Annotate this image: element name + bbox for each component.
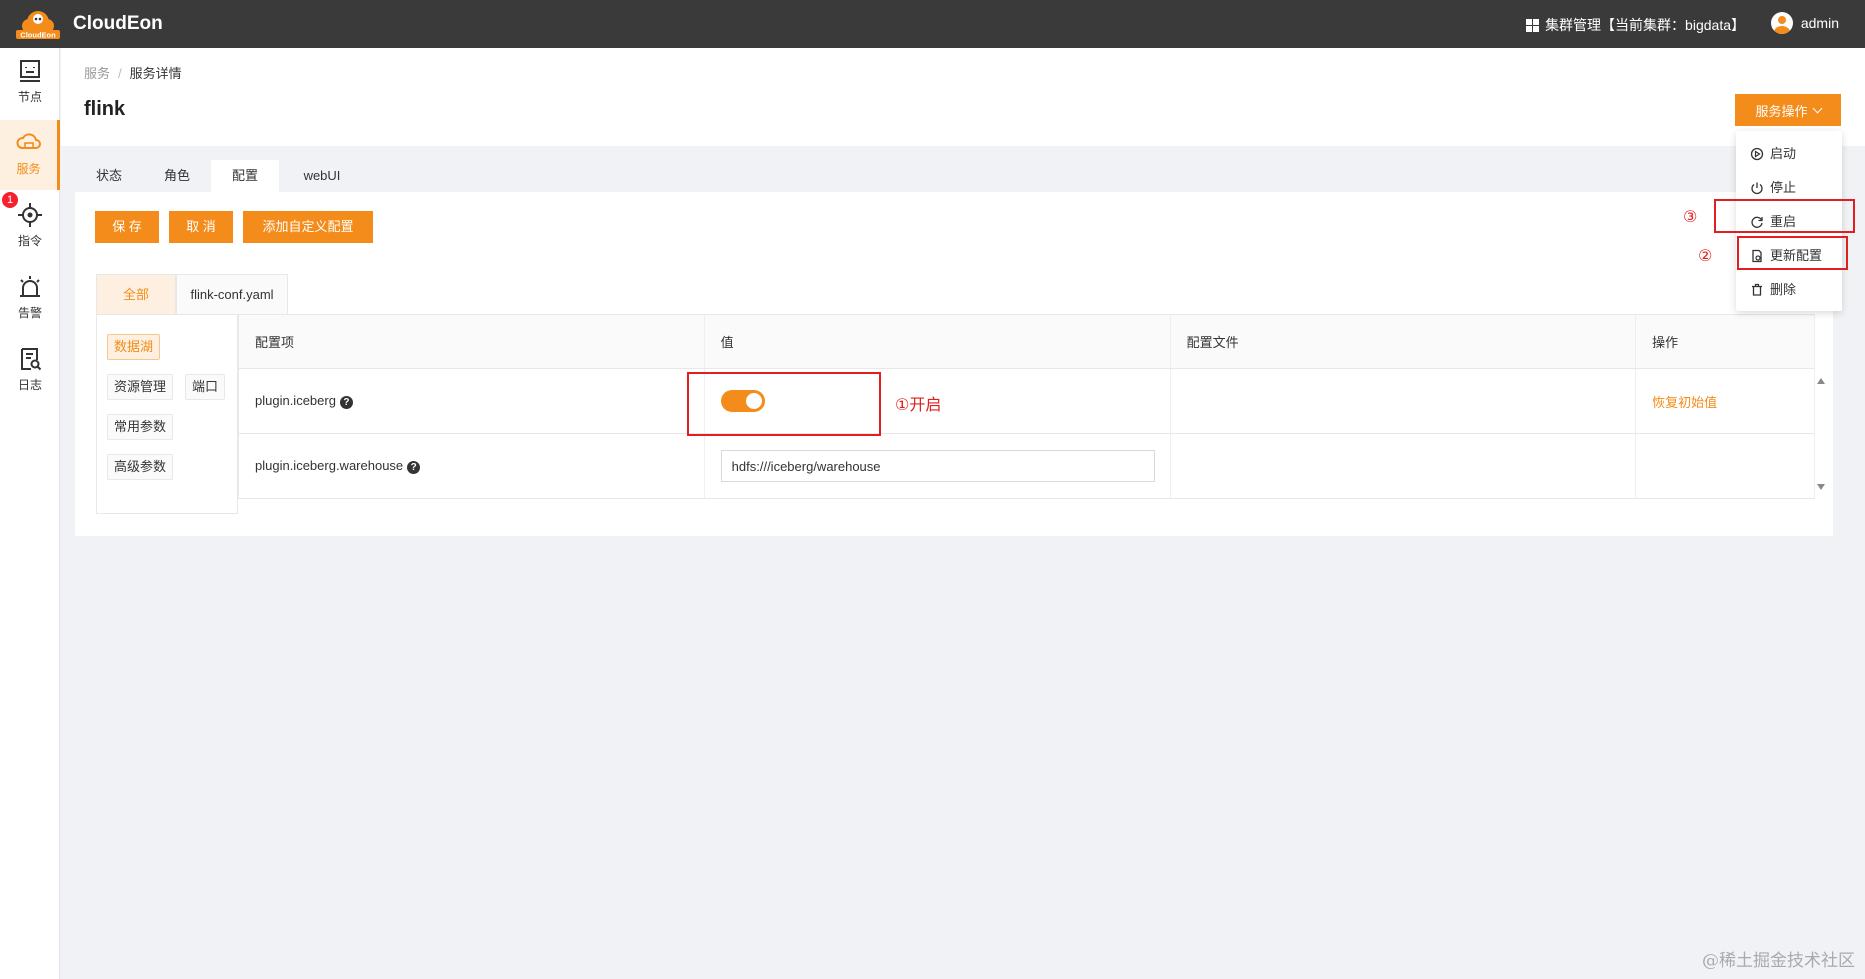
table-header-row: 配置项 值 配置文件 操作 xyxy=(238,314,1815,369)
config-value-cell xyxy=(704,433,1171,499)
notification-badge: 1 xyxy=(2,192,18,208)
service-ops-button[interactable]: 服务操作 xyxy=(1735,94,1841,126)
category-data-lake[interactable]: 数据湖 xyxy=(107,334,161,360)
grid-icon xyxy=(1526,18,1540,32)
table-row: plugin.iceberg? 恢复初始值 xyxy=(238,368,1815,434)
column-header: 值 xyxy=(704,314,1171,369)
add-custom-config-button[interactable]: 添加自定义配置 xyxy=(243,211,373,243)
file-tab-flink-conf[interactable]: flink-conf.yaml xyxy=(176,274,288,314)
annotation-box-toggle xyxy=(687,372,881,436)
sidebar-item-label: 指令 xyxy=(17,234,42,248)
breadcrumb-separator: / xyxy=(118,66,122,81)
trash-icon xyxy=(1752,283,1762,296)
annotation-box-restart xyxy=(1714,199,1855,233)
sidebar-item-label: 服务 xyxy=(16,162,41,176)
file-tab-all[interactable]: 全部 xyxy=(96,274,176,314)
sidebar-item-logs[interactable]: 日志 xyxy=(0,336,60,406)
restore-default-link[interactable]: 恢复初始值 xyxy=(1652,395,1717,410)
config-name: plugin.iceberg xyxy=(255,393,336,409)
sidebar-item-nodes[interactable]: 节点 xyxy=(0,48,60,118)
warehouse-path-input[interactable] xyxy=(720,450,1155,482)
sidebar-item-label: 告警 xyxy=(17,306,42,320)
tab-webui[interactable]: webUI xyxy=(279,160,365,192)
power-icon xyxy=(1751,182,1763,195)
table-row: plugin.iceberg.warehouse? xyxy=(238,433,1815,499)
tab-config[interactable]: 配置 xyxy=(211,160,279,192)
help-icon[interactable]: ? xyxy=(407,460,421,474)
menu-item-start[interactable]: 启动 xyxy=(1736,137,1842,171)
help-icon[interactable]: ? xyxy=(339,395,353,409)
tab-roles[interactable]: 角色 xyxy=(143,160,211,192)
breadcrumb-link-services[interactable]: 服务 xyxy=(84,66,110,81)
config-action-cell: 恢复初始值 xyxy=(1635,368,1815,434)
avatar-icon xyxy=(1770,12,1793,34)
tab-bar: 状态 角色 配置 webUI xyxy=(75,160,1833,192)
sidebar-item-label: 节点 xyxy=(17,90,42,104)
config-name-cell: plugin.iceberg.warehouse? xyxy=(238,433,705,499)
column-header: 操作 xyxy=(1635,314,1815,369)
cloudeon-logo[interactable]: CloudEon xyxy=(14,8,62,40)
log-icon xyxy=(21,348,42,371)
sidebar-item-services[interactable]: 服务 xyxy=(0,120,60,190)
config-file-cell xyxy=(1170,368,1637,434)
service-ops-label: 服务操作 xyxy=(1755,103,1808,119)
user-name: admin xyxy=(1800,15,1839,31)
category-port[interactable]: 端口 xyxy=(185,374,226,400)
cluster-selector[interactable]: 集群管理【当前集群：bigdata】 xyxy=(1526,15,1745,35)
scroll-down-arrow-icon[interactable] xyxy=(1817,484,1825,490)
play-circle-icon xyxy=(1750,147,1764,161)
cancel-button[interactable]: 取 消 xyxy=(169,211,233,243)
scroll-up-arrow-icon[interactable] xyxy=(1817,378,1825,384)
cloud-service-icon xyxy=(15,133,41,149)
watermark-text: @稀土掘金技术社区 xyxy=(1702,951,1855,971)
annotation-enable-label: ①开启 xyxy=(895,397,942,414)
sidebar-item-alarms[interactable]: 告警 xyxy=(0,264,60,334)
annotation-box-update-config xyxy=(1737,236,1848,270)
page-header: 服务 / 服务详情 flink 服务操作 xyxy=(61,48,1865,146)
user-menu[interactable]: admin xyxy=(1770,12,1839,34)
sidebar-item-commands[interactable]: 1 指令 xyxy=(0,192,60,262)
chevron-down-icon xyxy=(1812,103,1822,113)
category-resource-mgmt[interactable]: 资源管理 xyxy=(107,374,174,400)
command-icon xyxy=(18,203,42,227)
config-action-cell xyxy=(1635,433,1815,499)
menu-item-delete[interactable]: 删除 xyxy=(1736,273,1842,307)
config-name-cell: plugin.iceberg? xyxy=(238,368,705,434)
category-common-params[interactable]: 常用参数 xyxy=(107,414,174,440)
category-pane: 数据湖 资源管理 端口 常用参数 高级参数 xyxy=(96,314,238,514)
sidebar-item-label: 日志 xyxy=(17,378,42,392)
column-header: 配置文件 xyxy=(1170,314,1637,369)
menu-item-label: 启动 xyxy=(1770,146,1797,161)
save-button[interactable]: 保 存 xyxy=(95,211,159,243)
breadcrumb-current: 服务详情 xyxy=(129,66,182,81)
category-advanced-params[interactable]: 高级参数 xyxy=(107,454,174,480)
config-name: plugin.iceberg.warehouse xyxy=(255,458,404,474)
annotation-step-3: ③ xyxy=(1683,209,1698,226)
annotation-step-2: ② xyxy=(1698,248,1713,265)
top-bar: CloudEon CloudEon 集群管理【当前集群：bigdata】 adm… xyxy=(0,0,1865,48)
config-file-cell xyxy=(1170,433,1637,499)
config-table: 配置项 值 配置文件 操作 plugin.iceberg? 恢复初始值 plug… xyxy=(238,314,1815,499)
cluster-label: 集群管理【当前集群：bigdata】 xyxy=(1545,17,1745,33)
menu-item-label: 删除 xyxy=(1770,282,1797,297)
page-title: flink xyxy=(84,98,126,120)
tab-status[interactable]: 状态 xyxy=(75,160,143,192)
sidebar: 节点 服务 1 指令 告警 日志 xyxy=(0,48,60,979)
node-icon xyxy=(20,60,40,82)
breadcrumb: 服务 / 服务详情 xyxy=(84,63,182,82)
column-header: 配置项 xyxy=(238,314,705,369)
brand-name: CloudEon xyxy=(73,13,163,34)
logo-text: CloudEon xyxy=(20,31,56,40)
alarm-icon xyxy=(20,276,40,297)
